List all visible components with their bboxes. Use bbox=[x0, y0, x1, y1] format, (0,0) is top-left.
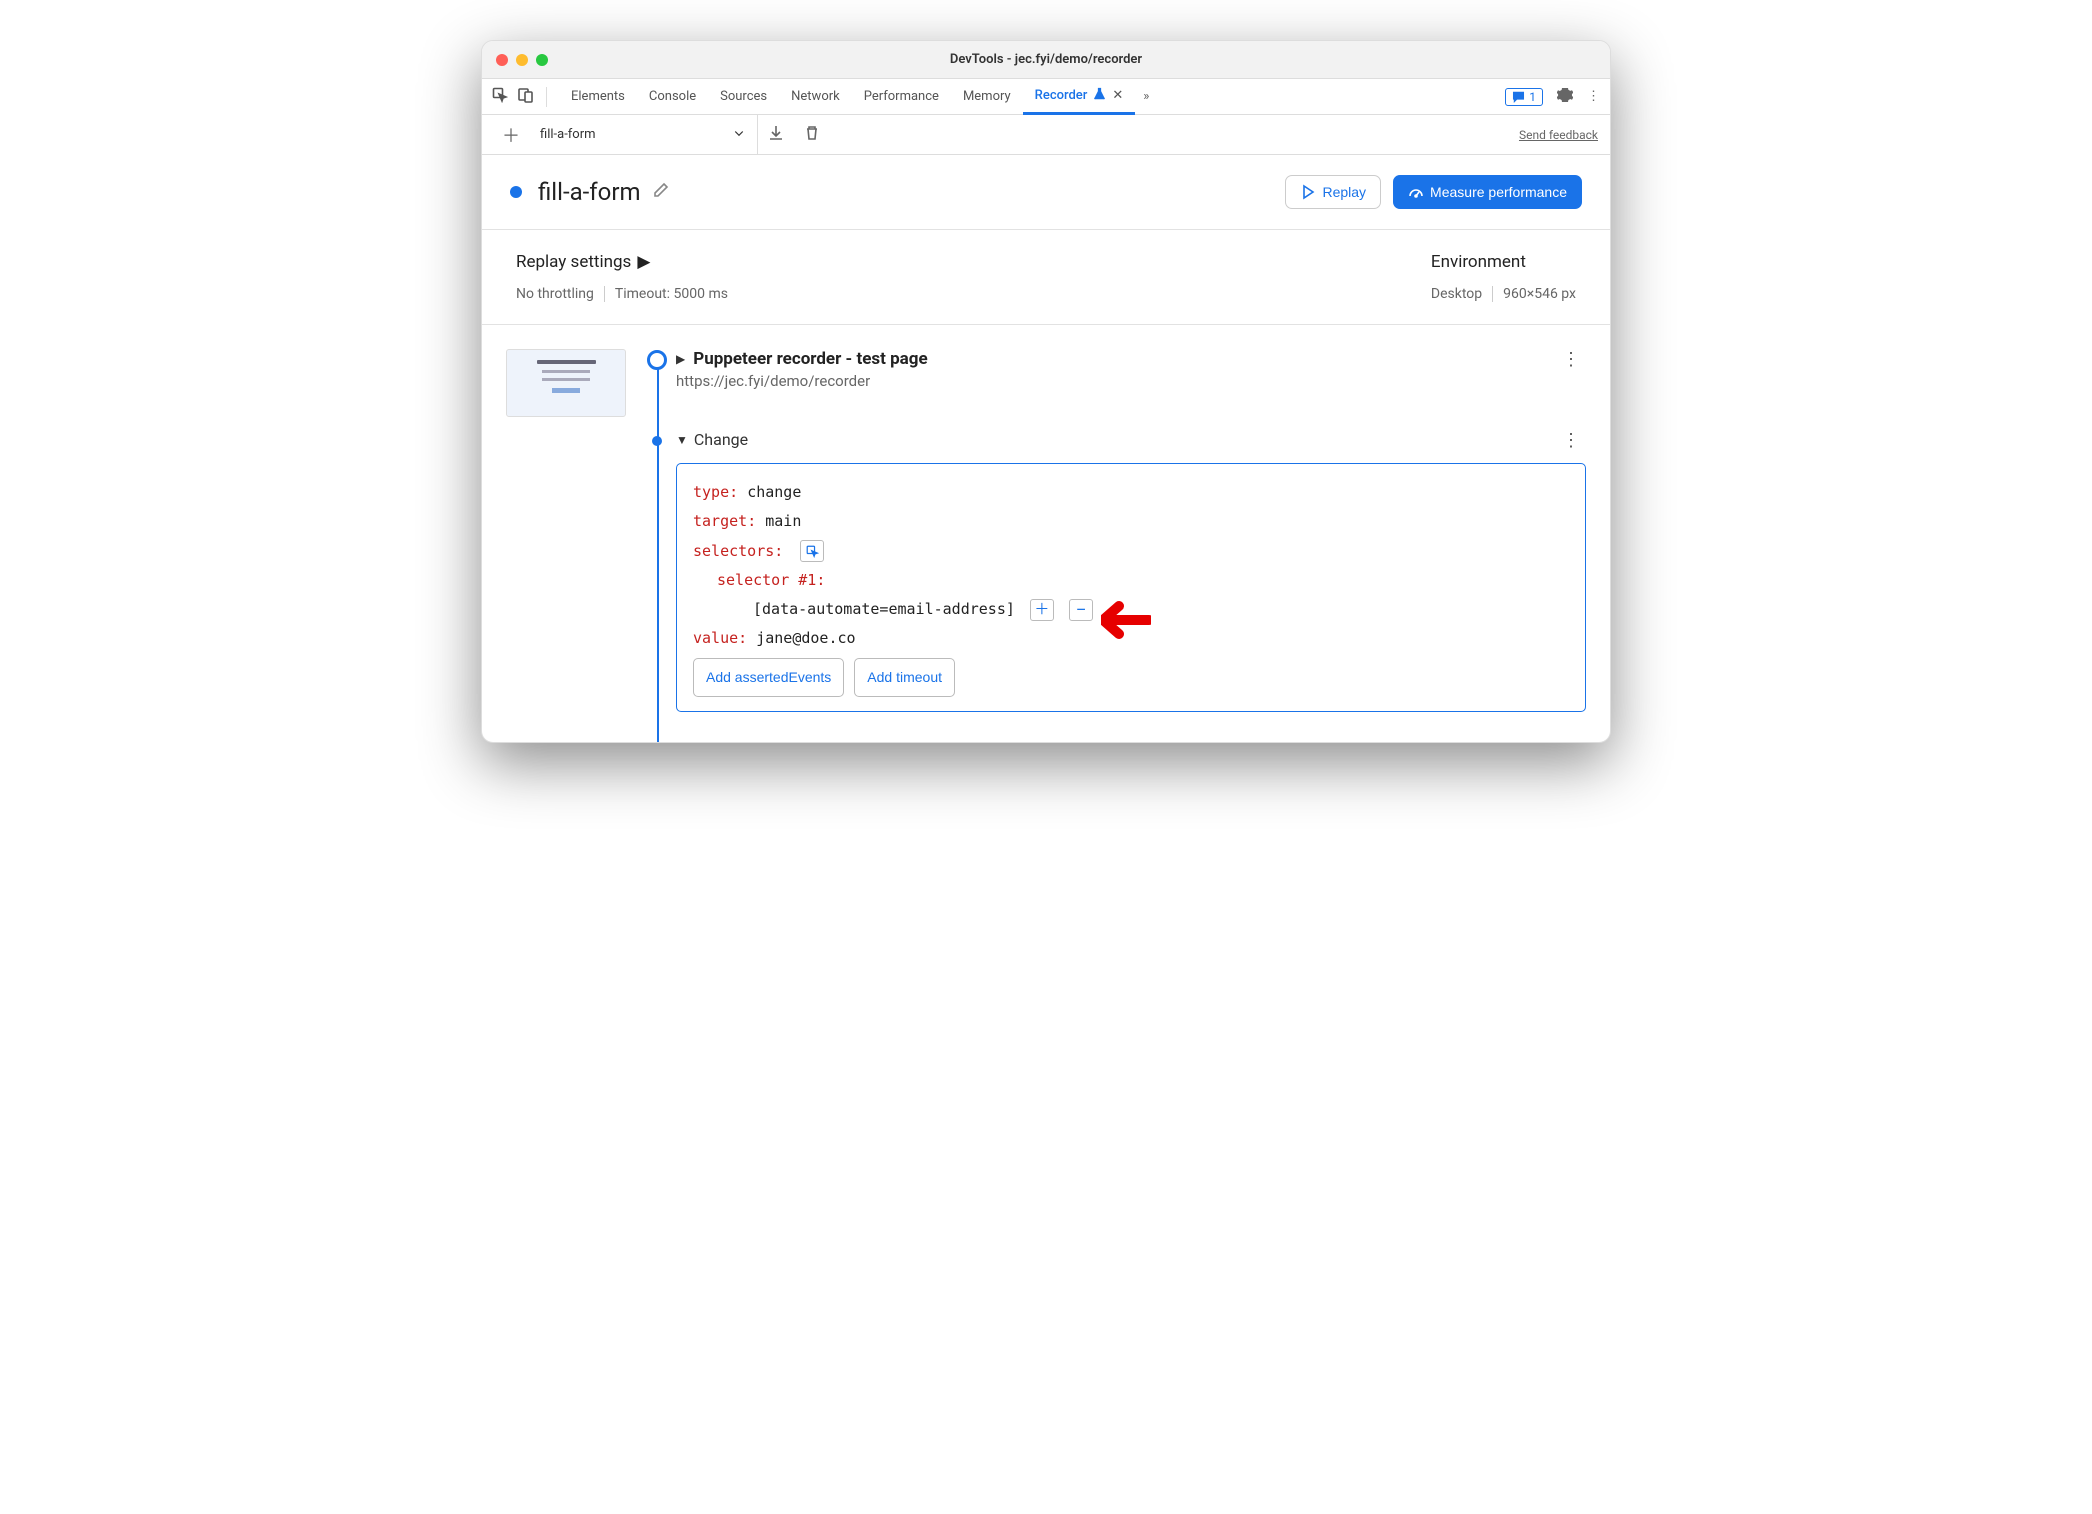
more-tabs-icon[interactable]: » bbox=[1135, 89, 1157, 104]
step-start[interactable]: ⋮ ▶ Puppeteer recorder - test page https… bbox=[676, 349, 1586, 390]
replay-settings-label: Replay settings bbox=[516, 252, 631, 272]
remove-selector-icon[interactable]: − bbox=[1069, 599, 1093, 621]
step-start-bullet-icon bbox=[647, 350, 667, 370]
viewport-value: 960×546 px bbox=[1492, 286, 1576, 302]
step-change-bullet-icon bbox=[652, 436, 662, 446]
value-value[interactable]: jane@doe.co bbox=[756, 629, 855, 647]
collapse-icon[interactable]: ▼ bbox=[676, 433, 688, 447]
timeout-value: Timeout: 5000 ms bbox=[604, 286, 728, 302]
add-selector-icon[interactable]: ＋ bbox=[1030, 599, 1054, 621]
recording-dropdown[interactable]: fill-a-form bbox=[528, 115, 758, 155]
element-picker-icon[interactable] bbox=[800, 540, 824, 562]
devtools-window: DevTools - jec.fyi/demo/recorder Element… bbox=[481, 40, 1611, 743]
tab-network[interactable]: Network bbox=[779, 79, 852, 115]
throttling-value: No throttling bbox=[516, 286, 594, 302]
timeline: ⋮ ▶ Puppeteer recorder - test page https… bbox=[646, 349, 1586, 742]
kebab-menu-icon[interactable]: ⋮ bbox=[1587, 89, 1600, 104]
page-thumbnail bbox=[506, 349, 626, 417]
selectors-key: selectors bbox=[693, 542, 774, 560]
measure-performance-button[interactable]: Measure performance bbox=[1393, 175, 1582, 209]
target-key: target bbox=[693, 512, 747, 530]
tab-memory[interactable]: Memory bbox=[951, 79, 1023, 115]
add-timeout-button[interactable]: Add timeout bbox=[854, 658, 955, 697]
step-start-title: Puppeteer recorder - test page bbox=[693, 349, 927, 369]
timeline-line bbox=[657, 361, 659, 742]
tab-elements[interactable]: Elements bbox=[559, 79, 637, 115]
recording-header: fill-a-form Replay Measure performance bbox=[482, 155, 1610, 229]
expand-icon[interactable]: ▶ bbox=[676, 352, 685, 366]
new-recording-icon[interactable]: ＋ bbox=[494, 122, 528, 148]
target-value[interactable]: main bbox=[765, 512, 801, 530]
red-arrow-annotation-icon bbox=[1101, 580, 1151, 670]
inspect-icon[interactable] bbox=[492, 87, 508, 107]
environment-heading: Environment bbox=[1431, 252, 1576, 272]
edit-title-icon[interactable] bbox=[653, 182, 669, 202]
send-feedback-link[interactable]: Send feedback bbox=[1519, 128, 1598, 142]
type-value[interactable]: change bbox=[747, 483, 801, 501]
add-asserted-events-button[interactable]: Add assertedEvents bbox=[693, 658, 844, 697]
replay-settings-heading[interactable]: Replay settings ▶ bbox=[516, 252, 1431, 272]
value-key: value bbox=[693, 629, 738, 647]
tab-console[interactable]: Console bbox=[637, 79, 708, 115]
delete-icon[interactable] bbox=[794, 125, 830, 145]
tab-recorder-label: Recorder bbox=[1035, 88, 1088, 103]
step-start-url: https://jec.fyi/demo/recorder bbox=[676, 372, 1586, 390]
download-icon[interactable] bbox=[758, 125, 794, 145]
chevron-down-icon bbox=[733, 125, 745, 145]
device-toggle-icon[interactable] bbox=[518, 87, 534, 107]
tab-recorder[interactable]: Recorder ✕ bbox=[1023, 79, 1136, 115]
traffic-lights bbox=[496, 54, 548, 66]
step-start-menu-icon[interactable]: ⋮ bbox=[1562, 349, 1580, 370]
replay-button-label: Replay bbox=[1322, 184, 1366, 200]
measure-button-label: Measure performance bbox=[1430, 184, 1567, 200]
minimize-icon[interactable] bbox=[516, 54, 528, 66]
replay-button[interactable]: Replay bbox=[1285, 175, 1381, 209]
recording-dropdown-label: fill-a-form bbox=[540, 127, 596, 142]
maximize-icon[interactable] bbox=[536, 54, 548, 66]
gear-icon[interactable] bbox=[1557, 87, 1573, 107]
titlebar: DevTools - jec.fyi/demo/recorder bbox=[482, 41, 1610, 79]
steps-body: ⋮ ▶ Puppeteer recorder - test page https… bbox=[482, 325, 1610, 742]
step-details: type: change target: main selectors: bbox=[676, 463, 1586, 712]
selector-num-key: selector #1 bbox=[717, 571, 816, 589]
tab-performance[interactable]: Performance bbox=[852, 79, 951, 115]
recorder-toolbar: ＋ fill-a-form Send feedback bbox=[482, 115, 1610, 155]
window-title: DevTools - jec.fyi/demo/recorder bbox=[482, 52, 1610, 67]
recording-title: fill-a-form bbox=[538, 178, 641, 206]
issues-badge[interactable]: 1 bbox=[1505, 88, 1543, 106]
tab-sources[interactable]: Sources bbox=[708, 79, 779, 115]
step-change-menu-icon[interactable]: ⋮ bbox=[1562, 430, 1580, 451]
close-tab-icon[interactable]: ✕ bbox=[1112, 88, 1123, 103]
close-icon[interactable] bbox=[496, 54, 508, 66]
devtools-tabs: Elements Console Sources Network Perform… bbox=[482, 79, 1610, 115]
issues-count: 1 bbox=[1529, 90, 1536, 104]
device-value: Desktop bbox=[1431, 286, 1482, 302]
chevron-right-icon: ▶ bbox=[637, 252, 650, 272]
step-change-label: Change bbox=[694, 430, 748, 449]
type-key: type bbox=[693, 483, 729, 501]
step-change[interactable]: ⋮ ▼ Change type: change target: main bbox=[676, 430, 1586, 712]
flask-icon bbox=[1093, 87, 1106, 104]
selector-value[interactable]: [data-automate=email-address] bbox=[753, 600, 1015, 618]
recording-status-icon bbox=[510, 186, 522, 198]
settings-panel: Replay settings ▶ No throttling Timeout:… bbox=[482, 230, 1610, 325]
